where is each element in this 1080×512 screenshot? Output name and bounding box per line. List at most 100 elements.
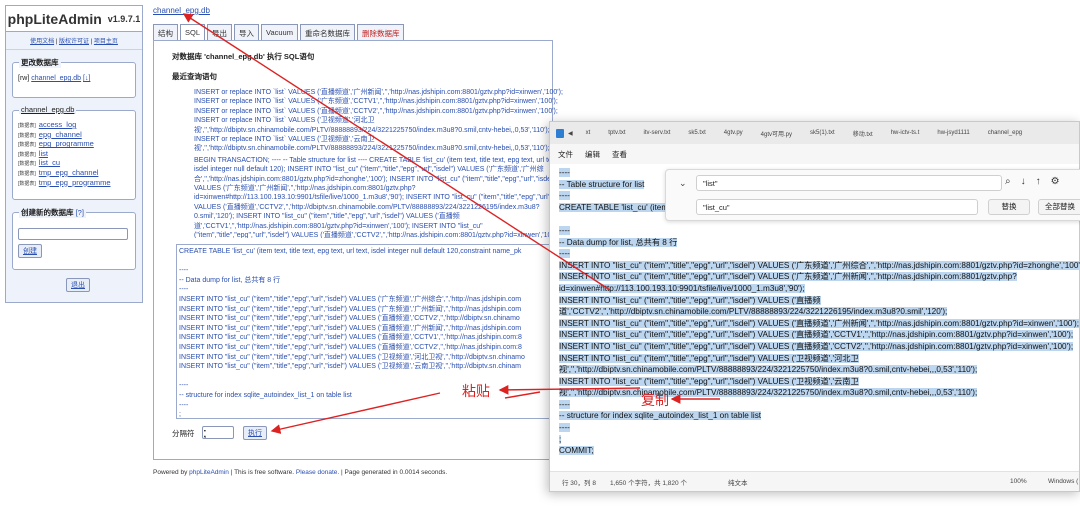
notepad-status-bar: 行 30，列 8 1,650 个字符，共 1,820 个 纯文本 100% Wi…	[550, 471, 1079, 491]
editor-line: INSERT INTO "list_cu" ("item","title","e…	[179, 343, 522, 351]
download-db-link[interactable]: [↓]	[83, 75, 90, 82]
notepad-line: INSERT INTO "list_cu" ("item","title","e…	[559, 341, 1080, 353]
find-next-icon[interactable]: ↓	[1021, 176, 1026, 187]
footer-phpliteadmin-link[interactable]: phpLiteAdmin	[189, 469, 229, 476]
find-controls: ⌕ ↓ ↑ ⚙	[1005, 176, 1060, 187]
table-link[interactable]: epg_programme	[39, 140, 94, 149]
menu-file[interactable]: 文件	[558, 149, 573, 160]
notepad-line: -- Data dump for list, 总共有 8 行	[559, 237, 1080, 249]
editor-line: ----	[179, 286, 189, 294]
notepad-file-tab[interactable]: 移动.txt	[844, 129, 882, 138]
line-ending[interactable]: Windows (	[1048, 478, 1078, 485]
editor-line: INSERT INTO "list_cu" ("item","title","e…	[179, 295, 522, 303]
recent-query-item[interactable]: INSERT or replace INTO `list` VALUES ('直…	[194, 88, 574, 154]
table-link[interactable]: list_cu	[39, 159, 60, 168]
notepad-line-text: id=xinwen#http://113.100.193.10:9901/tsf…	[559, 283, 805, 293]
new-db-name-input[interactable]	[18, 228, 128, 240]
collapse-chevron-icon[interactable]: ⌄	[679, 178, 687, 189]
editor-line: -- Data dump for list, 总共有 8 行	[179, 276, 281, 284]
breadcrumb[interactable]: channel_epg.db	[153, 6, 210, 15]
donate-link[interactable]: Please donate.	[296, 469, 339, 476]
notepad-file-tab[interactable]: xt	[577, 130, 600, 136]
notepad-file-tab[interactable]: hw-jsyd1111	[928, 130, 978, 136]
project-link[interactable]: 项目主页	[94, 39, 118, 45]
cursor-position: 行 30，列 8	[562, 479, 596, 487]
notepad-file-tab[interactable]: hw-ictv-ts.t	[882, 130, 929, 136]
notepad-app-icon	[556, 128, 564, 138]
notepad-line: 视','','http://dbiptv.sn.chinamobile.com/…	[559, 364, 1080, 376]
notepad-file-tab[interactable]: 4gtv可用.py	[752, 129, 801, 138]
tab-left-arrow-icon[interactable]: ◀	[568, 130, 573, 137]
docs-link[interactable]: 使用文档	[30, 39, 54, 45]
notepad-menu: 文件 编辑 查看	[550, 144, 1079, 164]
table-item[interactable]: [数据表] epg_programme	[18, 140, 130, 150]
paste-annotation: 粘贴	[462, 384, 490, 400]
notepad-line: INSERT INTO "list_cu" ("item","title","e…	[559, 318, 1080, 330]
notepad-line: id=xinwen#http://113.100.193.10:9901/tsf…	[559, 283, 1080, 295]
editor-line: INSERT INTO "list_cu" ("item","title","e…	[179, 315, 520, 323]
table-type-tag: [数据表]	[18, 142, 36, 149]
notepad-line: 道','CCTV2','','http://dbiptv.sn.chinamob…	[559, 306, 1080, 318]
current-db-link[interactable]: channel_epg.db	[31, 75, 81, 82]
find-options-icon[interactable]: ⚙	[1051, 176, 1060, 187]
notepad-line-text: 视','','http://dbiptv.sn.chinamobile.com/…	[559, 388, 978, 398]
execute-button[interactable]: 执行	[243, 426, 267, 440]
notepad-line: ;	[559, 434, 1080, 446]
notepad-line: INSERT INTO "list_cu" ("item","title","e…	[559, 376, 1080, 388]
find-previous-icon[interactable]: ↑	[1036, 176, 1041, 187]
notepad-file-tab[interactable]: itv-serv.txt	[635, 130, 680, 136]
table-item[interactable]: [数据表] tmp_epg_programme	[18, 178, 130, 189]
copy-annotation: 复制	[641, 393, 669, 409]
notepad-line-text: ----	[559, 225, 570, 235]
current-db-line: [rw] channel_epg.db [↓]	[18, 75, 130, 82]
table-link[interactable]: access_log	[39, 120, 77, 130]
table-link[interactable]: epg_channel	[39, 130, 82, 140]
create-db-legend: 创建新的数据库 [?]	[19, 207, 86, 218]
notepad-file-tab[interactable]: channel_epg	[979, 130, 1031, 136]
find-input[interactable]: "list"	[696, 175, 1002, 191]
db-legend-link[interactable]: channel_epg.db	[19, 105, 77, 114]
editor-line: CREATE TABLE 'list_cu' (item text, title…	[179, 248, 522, 255]
create-db-button[interactable]: 创建	[18, 244, 42, 258]
notepad-tab-bar: ◀ xt tptv.txt itv-serv.txt sk5.txt 4gtv.py 4g…	[550, 122, 1079, 144]
table-link[interactable]: list	[39, 149, 48, 159]
zoom-level[interactable]: 100%	[1010, 478, 1027, 485]
editor-line: INSERT INTO "list_cu" ("item","title","e…	[179, 353, 525, 361]
help-hint[interactable]: [?]	[76, 208, 84, 217]
menu-view[interactable]: 查看	[612, 149, 627, 160]
delimiter-input[interactable]	[202, 426, 234, 439]
notepad-line: INSERT INTO "list_cu" ("item","title","e…	[559, 329, 1080, 341]
menu-edit[interactable]: 编辑	[585, 149, 600, 160]
notepad-file-tab[interactable]: sk5.txt	[679, 130, 714, 136]
char-count: 1,650 个字符，共 1,820 个	[610, 479, 687, 487]
recent-queries-label: 最近查询语句	[172, 72, 217, 81]
replace-all-button[interactable]: 全部替换	[1038, 199, 1080, 215]
editor-line: ;	[179, 411, 181, 419]
notepad-file-tab[interactable]: 4gtv.py	[715, 130, 752, 136]
sidebar-links: 使用文档 | 版权许可证 | 项目主页	[6, 32, 142, 50]
search-icon[interactable]: ⌕	[1005, 176, 1011, 187]
sql-heading: 对数据库 'channel_epg.db' 执行 SQL语句	[172, 52, 315, 61]
table-item[interactable]: [数据表] list	[18, 149, 130, 160]
replace-button[interactable]: 替换	[988, 199, 1030, 215]
editor-line: INSERT INTO "list_cu" ("item","title","e…	[179, 334, 522, 342]
notepad-file-tab[interactable]: sk5(1).txt	[801, 130, 844, 136]
replace-input[interactable]: "list_cu"	[696, 199, 978, 215]
notepad-line-text: 视','','http://dbiptv.sn.chinamobile.com/…	[559, 365, 978, 375]
table-link[interactable]: tmp_epg_channel	[39, 168, 99, 178]
notepad-file-tab[interactable]: tptv.txt	[599, 130, 634, 136]
editor-line: -- structure for index sqlite_autoindex_…	[179, 391, 352, 399]
delimiter-label: 分隔符	[172, 429, 195, 438]
table-list: [数据表] access_log [数据表] epg_channel [数据表] epg_…	[18, 120, 130, 189]
recent-query-item[interactable]: BEGIN TRANSACTION; ---- -- Table structu…	[194, 156, 574, 238]
app-name[interactable]: phpLiteAdmin	[8, 11, 102, 27]
notepad-line-text: INSERT INTO "list_cu" ("item","title","e…	[559, 260, 1080, 270]
logout-button[interactable]: 退出	[66, 278, 90, 292]
notepad-line-text: -- Table structure for list	[559, 179, 645, 189]
notepad-line: ----	[559, 399, 1080, 411]
sql-textarea[interactable]: CREATE TABLE 'list_cu' (item text, title…	[176, 244, 551, 419]
table-link[interactable]: tmp_epg_programme	[39, 178, 111, 188]
license-link[interactable]: 版权许可证	[59, 39, 89, 45]
find-replace-panel: ⌄ "list" ⌕ ↓ ↑ ⚙ "list_cu" 替换 全部替换	[665, 169, 1080, 221]
